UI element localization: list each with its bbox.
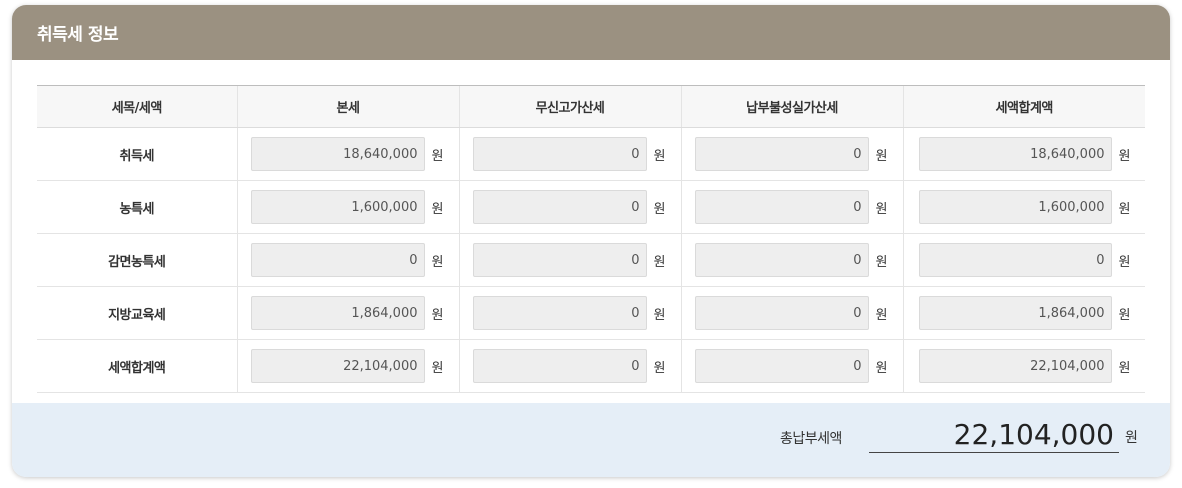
amount-field: 0 — [472, 296, 647, 330]
unit-label: 원 — [431, 148, 444, 164]
panel-title: 취득세 정보 — [37, 25, 119, 45]
unit-label: 원 — [653, 360, 666, 376]
amount-field: 0 — [472, 243, 647, 277]
header-tax-total: 세액합계액 — [902, 85, 1145, 128]
amount-field: 0 — [694, 296, 869, 330]
row-label: 세액합계액 — [37, 339, 237, 393]
unit-label: 원 — [1118, 254, 1131, 270]
unit-label: 원 — [653, 254, 666, 270]
table-header-row: 세목/세액 본세 무신고가산세 납부불성실가산세 세액합계액 — [37, 85, 1145, 128]
unit-label: 원 — [431, 201, 444, 217]
table-body: 취득세 18,640,000 원 0원 0원 18,640,000 원 농특세 1,… — [37, 127, 1145, 393]
unit-label: 원 — [431, 307, 444, 323]
row-label: 감면농특세 — [37, 233, 237, 287]
amount-field: 0 — [472, 137, 647, 171]
unit-label: 원 — [1118, 201, 1131, 217]
unit-label: 원 — [653, 201, 666, 217]
row-label: 농특세 — [37, 180, 237, 234]
table-row: 농특세 1,600,000 원 0원 0원 1,600,000 원 — [37, 180, 1145, 234]
header-tax-item: 세목/세액 — [37, 85, 237, 128]
amount-field: 0 — [694, 190, 869, 224]
unit-label: 원 — [875, 201, 888, 217]
amount-field: 1,600,000 — [250, 190, 425, 224]
row-label: 지방교육세 — [37, 286, 237, 340]
amount-field: 18,640,000 — [250, 137, 425, 171]
unit-label: 원 — [875, 254, 888, 270]
amount-field: 0 — [694, 137, 869, 171]
table-row: 지방교육세 1,864,000 원 0원 0원 1,864,000 원 — [37, 286, 1145, 340]
unit-label: 원 — [1118, 307, 1131, 323]
amount-field: 0 — [694, 243, 869, 277]
header-base-tax: 본세 — [236, 85, 459, 128]
header-late-payment-penalty: 납부불성실가산세 — [680, 85, 903, 128]
unit-label: 원 — [875, 148, 888, 164]
amount-field: 18,640,000 — [918, 137, 1112, 171]
amount-field: 22,104,000 — [250, 349, 425, 383]
unit-label: 원 — [875, 360, 888, 376]
table-row: 감면농특세 0원 0원 0원 0원 — [37, 233, 1145, 287]
table-row: 취득세 18,640,000 원 0원 0원 18,640,000 원 — [37, 127, 1145, 181]
tax-table: 세목/세액 본세 무신고가산세 납부불성실가산세 세액합계액 취득세 18,64… — [37, 85, 1145, 393]
amount-field: 0 — [694, 349, 869, 383]
panel-header: 취득세 정보 — [12, 5, 1170, 60]
amount-field: 1,864,000 — [250, 296, 425, 330]
unit-label: 원 — [653, 148, 666, 164]
unit-label: 원 — [875, 307, 888, 323]
acquisition-tax-panel: 취득세 정보 세목/세액 본세 무신고가산세 납부불성실가산세 세액합계액 취득… — [12, 5, 1170, 477]
unit-label: 원 — [431, 360, 444, 376]
unit-label: 원 — [653, 307, 666, 323]
total-footer: 총납부세액 22,104,000 원 — [12, 403, 1170, 477]
amount-field: 22,104,000 — [918, 349, 1112, 383]
unit-label: 원 — [1118, 148, 1131, 164]
amount-field: 1,600,000 — [918, 190, 1112, 224]
total-unit-label: 원 — [1125, 430, 1138, 446]
total-amount: 22,104,000 — [869, 417, 1119, 453]
unit-label: 원 — [1118, 360, 1131, 376]
tax-table-wrapper: 세목/세액 본세 무신고가산세 납부불성실가산세 세액합계액 취득세 18,64… — [37, 85, 1145, 393]
unit-label: 원 — [431, 254, 444, 270]
amount-field: 0 — [472, 190, 647, 224]
table-row: 세액합계액 22,104,000 원 0원 0원 22,104,000 원 — [37, 339, 1145, 393]
amount-field: 0 — [918, 243, 1112, 277]
amount-field: 0 — [250, 243, 425, 277]
total-label: 총납부세액 — [780, 431, 842, 447]
row-label: 취득세 — [37, 127, 237, 181]
amount-field: 0 — [472, 349, 647, 383]
amount-field: 1,864,000 — [918, 296, 1112, 330]
header-no-report-penalty: 무신고가산세 — [458, 85, 681, 128]
